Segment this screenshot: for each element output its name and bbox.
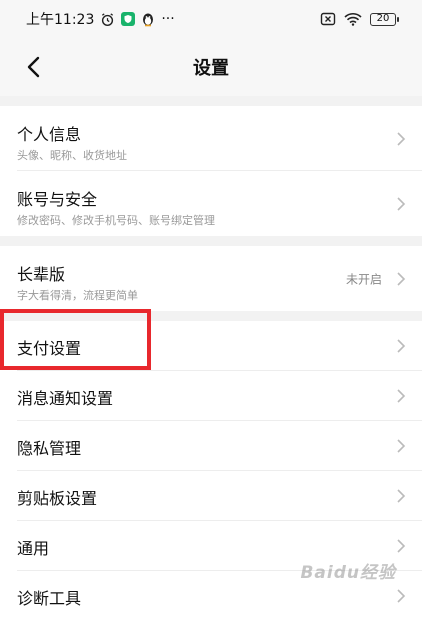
wifi-icon	[344, 12, 362, 26]
nav-bar: 设置	[0, 38, 422, 96]
section-gap	[0, 96, 422, 106]
shield-icon	[121, 12, 136, 26]
chevron-right-icon	[397, 489, 406, 503]
item-title: 账号与安全	[17, 190, 98, 209]
chevron-right-icon	[397, 271, 406, 286]
item-subtitle: 头像、昵称、收货地址	[17, 149, 127, 162]
account-group: 个人信息 头像、昵称、收货地址 账号与安全 修改密码、修改手机号码、账号绑定管理	[0, 106, 422, 236]
watermark: Baidu经验	[300, 563, 396, 583]
no-sim-icon	[320, 12, 336, 26]
more-dots: ···	[161, 11, 175, 27]
battery-level: 20	[376, 13, 390, 24]
item-subtitle: 修改密码、修改手机号码、账号绑定管理	[17, 214, 215, 227]
chevron-left-icon	[27, 56, 40, 78]
item-subtitle: 字大看得清，流程更简单	[17, 289, 138, 302]
privacy-management-item[interactable]: 隐私管理	[0, 421, 422, 471]
chevron-right-icon	[397, 439, 406, 453]
status-bar: 上午11:23 ··· 20	[0, 0, 422, 38]
item-title: 隐私管理	[17, 439, 82, 458]
chevron-right-icon	[397, 389, 406, 403]
item-title: 通用	[17, 539, 50, 558]
elder-mode-item[interactable]: 长辈版 字大看得清，流程更简单 未开启	[0, 246, 422, 311]
back-button[interactable]	[18, 52, 48, 82]
item-title: 支付设置	[17, 339, 82, 358]
penguin-icon	[141, 12, 155, 27]
battery-icon: 20	[370, 12, 399, 26]
chevron-right-icon	[397, 539, 406, 553]
section-gap	[0, 236, 422, 246]
chevron-right-icon	[397, 131, 406, 146]
item-title: 诊断工具	[17, 589, 82, 608]
item-title: 消息通知设置	[17, 389, 114, 408]
section-gap	[0, 311, 422, 321]
item-status: 未开启	[345, 272, 382, 286]
item-title: 个人信息	[17, 125, 82, 144]
payment-settings-item[interactable]: 支付设置	[0, 321, 422, 371]
item-title: 剪贴板设置	[17, 489, 98, 508]
personal-info-item[interactable]: 个人信息 头像、昵称、收货地址	[0, 106, 422, 171]
chevron-right-icon	[397, 589, 406, 603]
page-title: 设置	[193, 58, 229, 79]
chevron-right-icon	[397, 339, 406, 353]
elder-mode-group: 长辈版 字大看得清，流程更简单 未开启	[0, 246, 422, 311]
clipboard-settings-item[interactable]: 剪贴板设置	[0, 471, 422, 521]
account-security-item[interactable]: 账号与安全 修改密码、修改手机号码、账号绑定管理	[0, 171, 422, 236]
status-time: 上午11:23	[26, 12, 95, 28]
alarm-icon	[100, 12, 115, 27]
item-title: 长辈版	[17, 265, 66, 284]
notification-settings-item[interactable]: 消息通知设置	[0, 371, 422, 421]
chevron-right-icon	[397, 196, 406, 211]
